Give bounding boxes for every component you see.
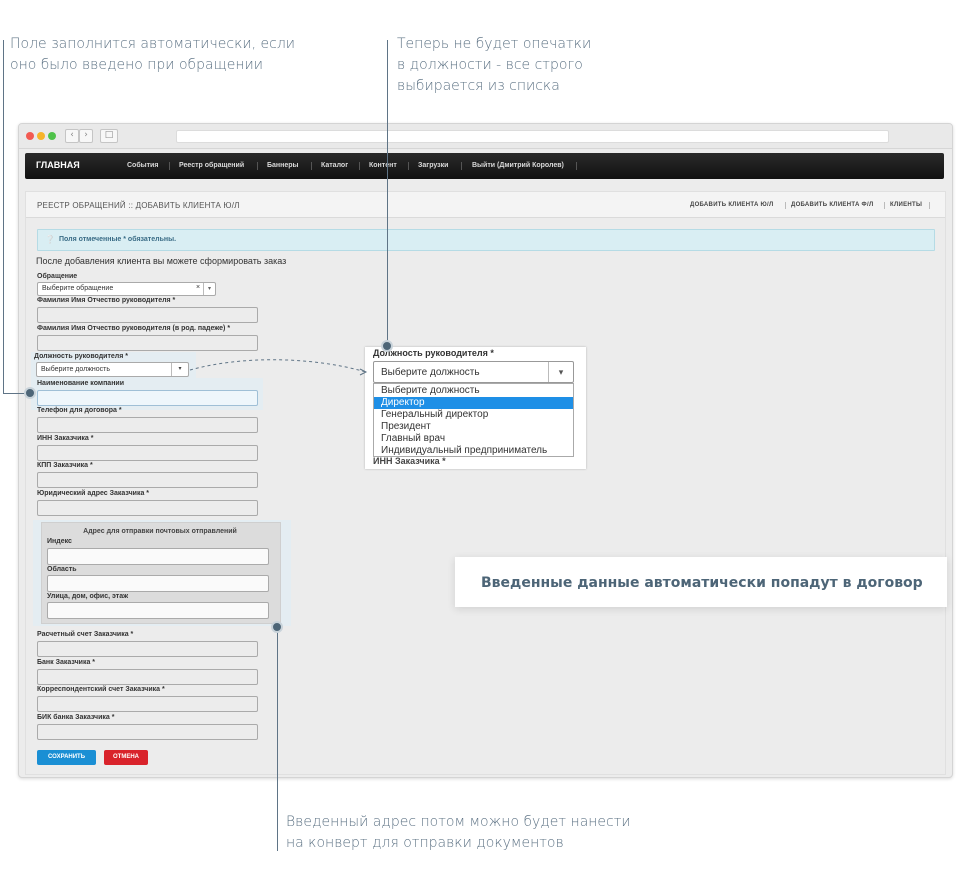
leader-line-envelope	[277, 626, 278, 851]
contract-info-card: Введенные данные автоматически попадут в…	[455, 557, 947, 607]
marker-company-field	[24, 387, 36, 399]
marker-position-popup	[381, 340, 393, 352]
leader-line-autofill	[3, 40, 4, 394]
leader-line-no-typos	[387, 40, 388, 344]
marker-postal-address	[271, 621, 283, 633]
connector-arrow	[189, 359, 368, 376]
contract-info-text: Введенные данные автоматически попадут в…	[481, 575, 923, 591]
